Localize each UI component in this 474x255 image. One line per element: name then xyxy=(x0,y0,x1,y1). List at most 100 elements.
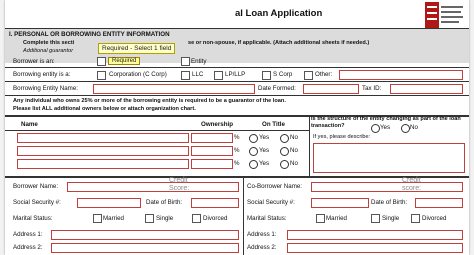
owner-1-no-label: No xyxy=(290,134,298,141)
guarantor-note-1: Any individual who owns 25% or more of t… xyxy=(13,98,286,104)
co-borrower-ssn-field[interactable] xyxy=(311,198,369,208)
owner-2-yes-label: Yes xyxy=(259,147,270,154)
required-tooltip: Required - Select 1 field xyxy=(98,43,176,54)
divider xyxy=(5,130,309,131)
borrower-address1-field[interactable] xyxy=(51,230,239,240)
owner-1-yes-label: Yes xyxy=(259,134,270,141)
co-borrower-name-field[interactable] xyxy=(311,182,463,192)
entity-name-field[interactable] xyxy=(93,84,255,94)
owner-3-yes-label: Yes xyxy=(259,160,270,167)
owner-3-no-radio[interactable] xyxy=(280,160,289,169)
divider xyxy=(5,176,469,178)
section-instructions-right: se or non-spouse, if applicable. (Attach… xyxy=(188,40,370,46)
co-borrower-dob-label: Date of Birth: xyxy=(371,199,408,206)
corporation-label: Corporation (C Corp) xyxy=(109,71,167,78)
co-borrower-married-checkbox[interactable] xyxy=(316,214,325,223)
co-borrower-address2-label: Address 2: xyxy=(247,244,277,251)
owner-2-no-radio[interactable] xyxy=(280,147,289,156)
entity-type-label: Borrowing entity is a: xyxy=(13,71,71,78)
s-corp-label: S Corp xyxy=(273,71,293,78)
borrower-name-label: Borrower Name: xyxy=(13,183,59,190)
divider xyxy=(243,177,244,255)
section-instructions-left: Complete this secti xyxy=(23,40,75,46)
borrower-dob-field[interactable] xyxy=(191,198,239,208)
co-borrower-address2-field[interactable] xyxy=(287,243,463,253)
structure-no-label: No xyxy=(410,124,418,131)
loan-application-page: al Loan Application I. PERSONAL OR BORRO… xyxy=(5,0,469,255)
credit-score-ghost: Credit Score: xyxy=(169,177,190,192)
borrower-married-label: Married xyxy=(103,215,124,222)
co-borrower-address1-label: Address 1: xyxy=(247,231,277,238)
describe-label: If yes, please describe: xyxy=(313,134,371,140)
borrower-is-label: Borrower is an: xyxy=(13,58,55,65)
divider xyxy=(5,81,469,82)
other-entity-field[interactable] xyxy=(339,70,463,80)
borrower-divorced-checkbox[interactable] xyxy=(192,214,201,223)
borrower-dob-label: Date of Birth: xyxy=(146,199,183,206)
borrower-single-checkbox[interactable] xyxy=(145,214,154,223)
structure-yes-radio[interactable] xyxy=(371,124,380,133)
borrower-marital-label: Marital Status: xyxy=(13,215,53,222)
s-corp-checkbox[interactable] xyxy=(262,71,271,80)
co-borrower-divorced-label: Divorced xyxy=(422,215,447,222)
owner-2-name-field[interactable] xyxy=(17,146,189,156)
co-borrower-dob-field[interactable] xyxy=(415,198,463,208)
co-borrower-single-checkbox[interactable] xyxy=(371,214,380,223)
owner-1-yes-radio[interactable] xyxy=(249,134,258,143)
borrower-address1-label: Address 1: xyxy=(13,231,43,238)
guarantor-note-2: Please list ALL additional owners below … xyxy=(13,106,196,112)
entity-name-label: Borrowing Entity Name: xyxy=(13,85,78,92)
other-label: Other: xyxy=(315,71,333,78)
owner-1-ownership-field[interactable] xyxy=(191,133,233,143)
borrower-individual-checkbox[interactable] xyxy=(97,57,106,66)
bank-logo-icon xyxy=(425,2,463,28)
llc-checkbox[interactable] xyxy=(181,71,190,80)
borrower-married-checkbox[interactable] xyxy=(93,214,102,223)
section-additional-note: Additional guarantor xyxy=(23,48,74,54)
percent-sign: % xyxy=(234,134,240,141)
owner-2-no-label: No xyxy=(290,147,298,154)
corporation-checkbox[interactable] xyxy=(97,71,106,80)
borrower-single-label: Single xyxy=(156,215,174,222)
lp-llp-checkbox[interactable] xyxy=(214,71,223,80)
structure-description-field[interactable] xyxy=(313,143,465,173)
borrower-divorced-label: Divorced xyxy=(203,215,228,222)
page-title: al Loan Application xyxy=(235,8,323,19)
percent-sign: % xyxy=(234,147,240,154)
owner-2-yes-radio[interactable] xyxy=(249,147,258,156)
borrower-ssn-field[interactable] xyxy=(77,198,141,208)
borrower-address2-label: Address 2: xyxy=(13,244,43,251)
owner-2-ownership-field[interactable] xyxy=(191,146,233,156)
co-borrower-address1-field[interactable] xyxy=(287,230,463,240)
owner-3-name-field[interactable] xyxy=(17,159,189,169)
date-formed-label: Date Formed: xyxy=(258,85,296,92)
owner-1-no-radio[interactable] xyxy=(280,134,289,143)
col-ownership-header: Ownership xyxy=(201,121,233,128)
borrower-address2-field[interactable] xyxy=(51,243,239,253)
co-borrower-marital-label: Marital Status: xyxy=(247,215,287,222)
date-formed-field[interactable] xyxy=(303,84,359,94)
lp-llp-label: LP/LLP xyxy=(225,71,246,78)
borrower-ssn-label: Social Security #: xyxy=(13,199,61,206)
borrower-name-field[interactable] xyxy=(67,182,239,192)
llc-label: LLC xyxy=(192,71,204,78)
co-borrower-married-label: Married xyxy=(326,215,347,222)
structure-yes-label: Yes xyxy=(380,124,391,131)
divider xyxy=(5,67,469,68)
entity-label: Entity xyxy=(191,58,207,65)
section-heading: I. PERSONAL OR BORROWING ENTITY INFORMAT… xyxy=(9,31,170,38)
co-borrower-ssn-label: Social Security #: xyxy=(247,199,295,206)
owner-3-yes-radio[interactable] xyxy=(249,160,258,169)
co-credit-score-ghost: Credit score: xyxy=(402,177,422,192)
owner-3-ownership-field[interactable] xyxy=(191,159,233,169)
other-checkbox[interactable] xyxy=(304,71,313,80)
required-marker: Required xyxy=(108,57,141,65)
structure-no-radio[interactable] xyxy=(401,124,410,133)
co-borrower-divorced-checkbox[interactable] xyxy=(411,214,420,223)
borrower-entity-checkbox[interactable] xyxy=(181,57,190,66)
owner-3-no-label: No xyxy=(290,160,298,167)
percent-sign: % xyxy=(234,160,240,167)
co-borrower-name-label: Co-Borrower Name: xyxy=(247,183,303,190)
tax-id-field[interactable] xyxy=(390,84,463,94)
owner-1-name-field[interactable] xyxy=(17,133,189,143)
